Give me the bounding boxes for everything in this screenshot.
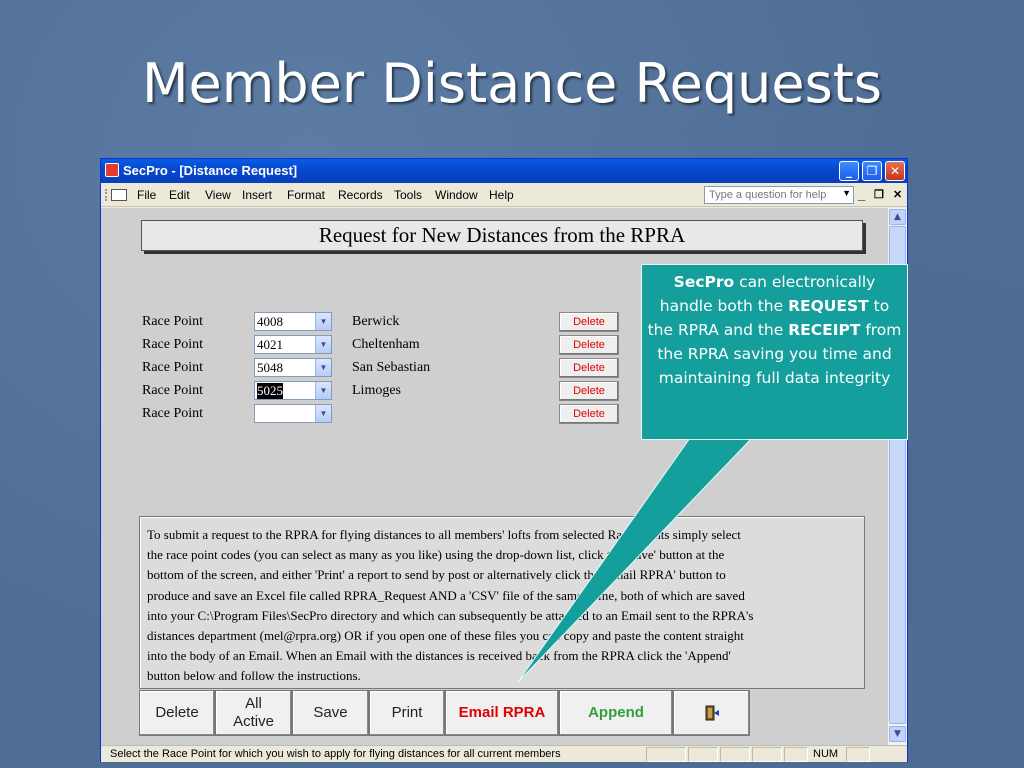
callout-request: REQUEST [788,297,869,315]
callout-secpro: SecPro [673,273,735,291]
feature-callout: SecPro can electronically handle both th… [641,264,908,440]
callout-receipt: RECEIPT [788,321,861,339]
